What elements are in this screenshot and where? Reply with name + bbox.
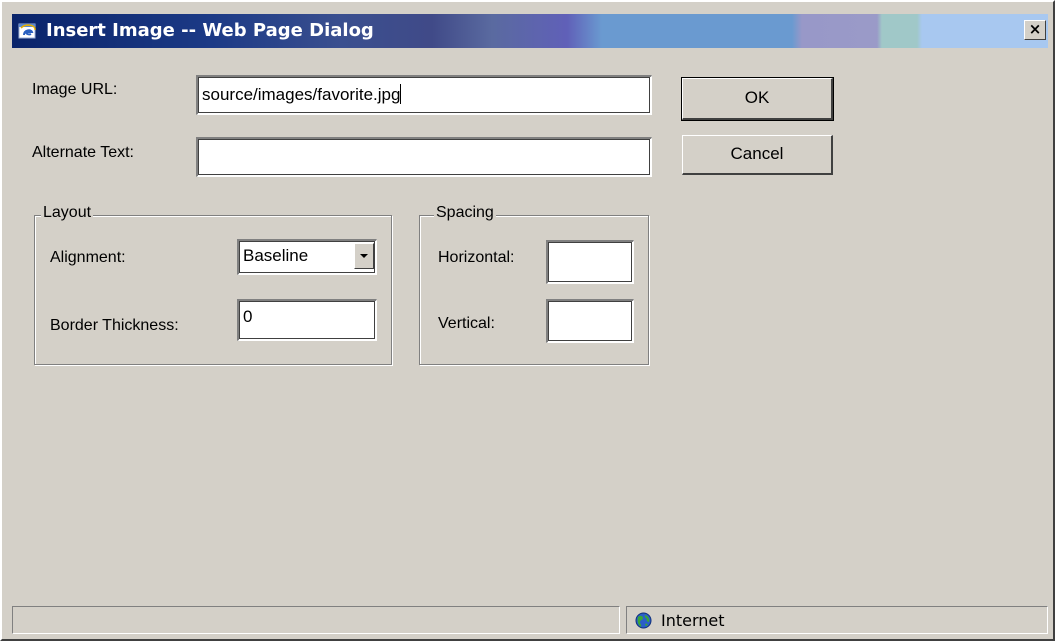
alignment-selected-value: Baseline bbox=[243, 246, 309, 265]
border-thickness-label: Border Thickness: bbox=[50, 317, 179, 334]
vertical-spacing-input[interactable] bbox=[546, 299, 634, 343]
vertical-label: Vertical: bbox=[438, 315, 495, 332]
title-bar[interactable]: Insert Image -- Web Page Dialog × bbox=[12, 14, 1048, 48]
border-thickness-input[interactable]: 0 bbox=[237, 299, 377, 341]
status-message-pane bbox=[12, 606, 620, 634]
image-url-label: Image URL: bbox=[32, 81, 118, 98]
close-icon: × bbox=[1028, 20, 1042, 38]
ok-button-label: OK bbox=[744, 88, 770, 107]
text-caret bbox=[400, 84, 402, 104]
alternate-text-input[interactable] bbox=[196, 137, 652, 177]
cancel-button-label: Cancel bbox=[730, 144, 784, 163]
horizontal-spacing-input[interactable] bbox=[546, 240, 634, 284]
ie-dialog-icon bbox=[18, 23, 36, 39]
window-title: Insert Image -- Web Page Dialog bbox=[46, 20, 374, 41]
close-button[interactable]: × bbox=[1024, 20, 1046, 40]
cancel-button[interactable]: Cancel bbox=[682, 135, 833, 175]
chevron-down-icon bbox=[360, 254, 368, 258]
dialog-window: Insert Image -- Web Page Dialog × Image … bbox=[0, 0, 1055, 641]
layout-groupbox: Layout bbox=[34, 204, 392, 365]
alignment-select[interactable]: Baseline bbox=[237, 239, 377, 275]
ok-button[interactable]: OK bbox=[681, 77, 834, 121]
alignment-dropdown-button[interactable] bbox=[354, 243, 374, 269]
layout-legend: Layout bbox=[41, 204, 94, 222]
status-bar: Internet bbox=[12, 606, 1048, 636]
image-url-input[interactable]: source/images/favorite.jpg bbox=[196, 75, 652, 115]
image-url-value: source/images/favorite.jpg bbox=[202, 85, 401, 104]
spacing-legend: Spacing bbox=[434, 204, 496, 222]
security-zone-label: Internet bbox=[661, 611, 725, 630]
alignment-label: Alignment: bbox=[50, 249, 126, 266]
globe-icon bbox=[635, 612, 652, 629]
horizontal-label: Horizontal: bbox=[438, 249, 515, 266]
alternate-text-label: Alternate Text: bbox=[32, 144, 134, 161]
border-thickness-value: 0 bbox=[243, 307, 253, 326]
security-zone-pane: Internet bbox=[626, 606, 1048, 634]
